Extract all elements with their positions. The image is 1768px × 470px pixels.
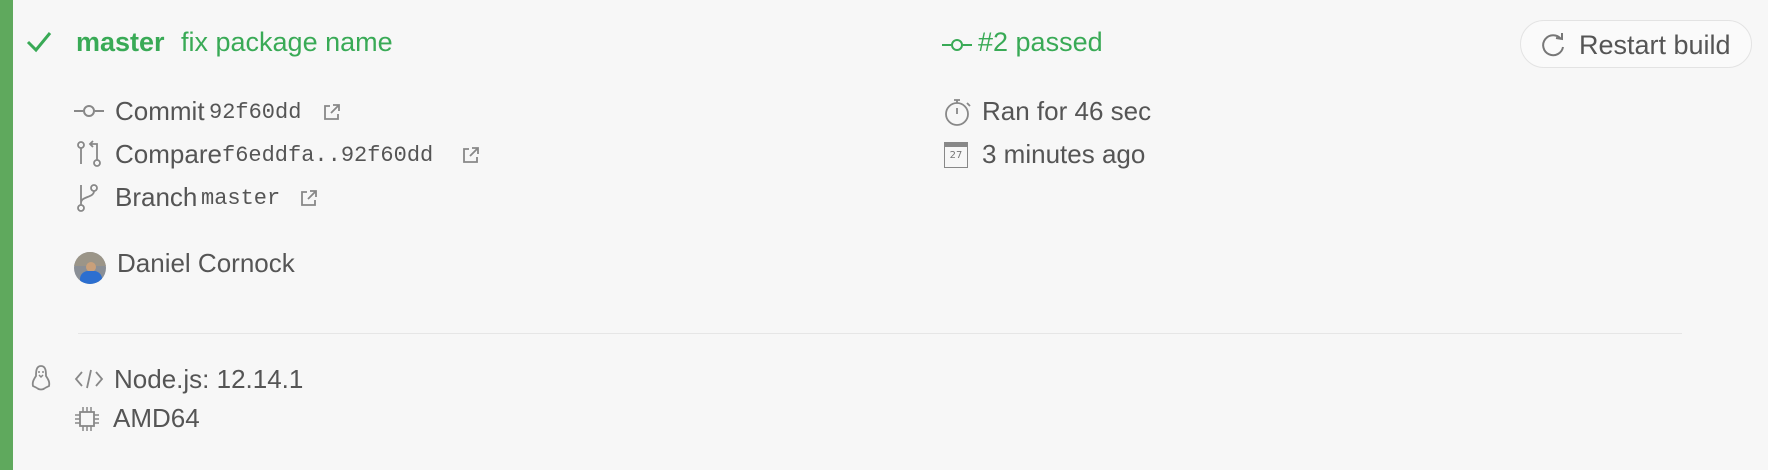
- commit-external-link[interactable]: [323, 103, 341, 126]
- compare-label: Compare: [115, 139, 222, 169]
- time-ago-text: 3 minutes ago: [982, 139, 1146, 169]
- author-link[interactable]: Daniel Cornock: [117, 248, 295, 279]
- commit-icon: [942, 39, 972, 51]
- branch-name-link[interactable]: master: [201, 186, 280, 211]
- branch-label: Branch: [115, 182, 198, 212]
- avatar: [74, 252, 106, 284]
- compare-external-link[interactable]: [462, 146, 480, 169]
- branch-external-link[interactable]: [300, 189, 318, 212]
- external-link-icon: [324, 104, 340, 120]
- calendar-icon: 27: [944, 142, 968, 168]
- linux-icon: [31, 365, 51, 391]
- restart-icon: [1542, 33, 1564, 57]
- build-number-link[interactable]: #2 passed: [978, 27, 1103, 58]
- commit-label: Commit: [115, 96, 205, 126]
- branch-link[interactable]: master: [76, 27, 165, 58]
- cpu-icon: [75, 407, 99, 431]
- external-link-icon: [463, 147, 479, 163]
- commit-icon: [74, 105, 104, 117]
- build-status-bar: [0, 0, 13, 470]
- branch-icon: [77, 184, 98, 212]
- stopwatch-icon: [945, 99, 971, 126]
- restart-build-label: Restart build: [1579, 30, 1731, 60]
- language-text: Node.js: 12.14.1: [114, 364, 304, 394]
- check-icon: [26, 32, 52, 53]
- compare-icon: [77, 140, 101, 167]
- code-icon: [74, 369, 104, 389]
- arch-text: AMD64: [113, 403, 200, 433]
- restart-build-button[interactable]: Restart build: [1520, 20, 1752, 68]
- commit-message-link[interactable]: fix package name: [181, 27, 393, 58]
- compare-range-link[interactable]: f6eddfa..92f60dd: [222, 143, 433, 168]
- section-divider: [78, 333, 1682, 334]
- duration-text: Ran for 46 sec: [982, 96, 1152, 126]
- calendar-day: 27: [949, 150, 963, 161]
- external-link-icon: [301, 190, 317, 206]
- commit-sha-link[interactable]: 92f60dd: [209, 100, 301, 125]
